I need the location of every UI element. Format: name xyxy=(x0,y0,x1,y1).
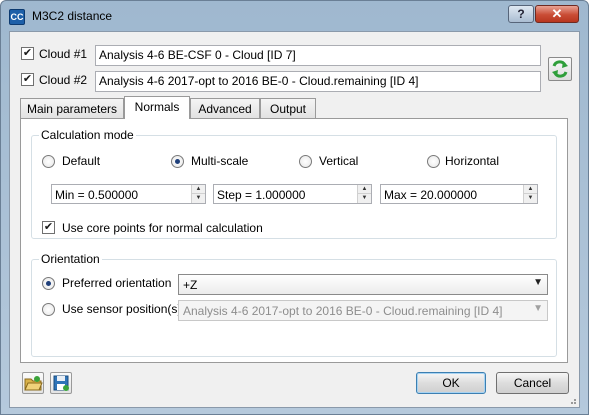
sensor-position-dropdown[interactable]: Analysis 4-6 2017-opt to 2016 BE-0 - Clo… xyxy=(178,300,548,321)
checkmark-icon: ✔ xyxy=(43,221,54,233)
radio-multi-scale-label: Multi-scale xyxy=(191,154,249,168)
radio-multi-scale[interactable] xyxy=(171,155,184,168)
calculation-mode-title: Calculation mode xyxy=(39,128,136,142)
preferred-orientation-value: +Z xyxy=(183,278,198,292)
dropdown-arrow-icon: ▼ xyxy=(533,277,543,288)
preferred-orientation-label: Preferred orientation xyxy=(62,276,172,290)
radio-horizontal-label: Horizontal xyxy=(445,154,500,168)
normals-tab-panel: Calculation mode Default Multi-scale Ver… xyxy=(20,118,568,363)
resize-grip[interactable] xyxy=(567,395,577,405)
load-params-icon xyxy=(24,376,43,391)
radio-sensor-position[interactable] xyxy=(42,303,55,316)
window-title: M3C2 distance xyxy=(32,9,113,23)
spin-up-icon[interactable]: ▲ xyxy=(524,185,537,194)
radio-horizontal[interactable] xyxy=(427,155,440,168)
dialog-body: ✔ Cloud #1 Analysis 4-6 BE-CSF 0 - Cloud… xyxy=(9,31,580,408)
radio-default-label: Default xyxy=(62,154,101,168)
app-icon: CC xyxy=(9,9,25,25)
cloud2-label: Cloud #2 xyxy=(39,73,88,87)
tab-normals[interactable]: Normals xyxy=(124,96,190,119)
swap-clouds-icon xyxy=(552,60,568,78)
cloud2-checkbox[interactable]: ✔ xyxy=(21,73,34,86)
ok-button[interactable]: OK xyxy=(416,372,486,394)
orientation-title: Orientation xyxy=(39,252,102,266)
spin-down-icon[interactable]: ▼ xyxy=(192,194,205,203)
checkmark-icon: ✔ xyxy=(22,47,33,59)
dialog-window: CC M3C2 distance ? ✕ ✔ Cloud #1 Analysis… xyxy=(0,0,589,415)
cloud2-field[interactable]: Analysis 4-6 2017-opt to 2016 BE-0 - Clo… xyxy=(95,71,541,92)
tab-advanced[interactable]: Advanced xyxy=(190,98,260,119)
dropdown-arrow-icon: ▼ xyxy=(533,303,543,314)
spin-up-icon[interactable]: ▲ xyxy=(192,185,205,194)
spin-down-icon[interactable]: ▼ xyxy=(358,194,371,203)
cloud1-field[interactable]: Analysis 4-6 BE-CSF 0 - Cloud [ID 7] xyxy=(95,45,541,66)
radio-default[interactable] xyxy=(42,155,55,168)
min-scale-value: Min = 0.500000 xyxy=(55,188,139,202)
title-bar[interactable]: CC M3C2 distance ? ✕ xyxy=(1,1,588,31)
checkmark-icon: ✔ xyxy=(22,73,33,85)
radio-vertical[interactable] xyxy=(299,155,312,168)
max-scale-value: Max = 20.000000 xyxy=(384,188,478,202)
spin-down-icon[interactable]: ▼ xyxy=(524,194,537,203)
radio-preferred-orientation[interactable] xyxy=(42,277,55,290)
step-scale-value: Step = 1.000000 xyxy=(217,188,306,202)
sensor-position-label: Use sensor position(s) xyxy=(62,302,182,316)
radio-vertical-label: Vertical xyxy=(319,154,359,168)
sensor-position-value: Analysis 4-6 2017-opt to 2016 BE-0 - Clo… xyxy=(183,304,503,318)
max-scale-spinbox[interactable]: Max = 20.000000 ▲ ▼ xyxy=(380,184,538,204)
help-button[interactable]: ? xyxy=(508,5,534,23)
cancel-button[interactable]: Cancel xyxy=(496,372,569,394)
step-scale-spinbox[interactable]: Step = 1.000000 ▲ ▼ xyxy=(213,184,372,204)
cloud1-checkbox[interactable]: ✔ xyxy=(21,47,34,60)
load-params-button[interactable] xyxy=(22,372,44,394)
swap-clouds-button[interactable] xyxy=(548,57,572,81)
min-scale-spinbox[interactable]: Min = 0.500000 ▲ ▼ xyxy=(51,184,206,204)
help-icon: ? xyxy=(517,7,525,21)
save-params-icon xyxy=(53,375,69,391)
spin-up-icon[interactable]: ▲ xyxy=(358,185,371,194)
save-params-button[interactable] xyxy=(50,372,72,394)
cloud1-label: Cloud #1 xyxy=(39,47,88,61)
tab-output[interactable]: Output xyxy=(260,98,316,119)
tab-main-parameters[interactable]: Main parameters xyxy=(20,98,124,119)
preferred-orientation-dropdown[interactable]: +Z ▼ xyxy=(178,274,548,295)
core-points-checkbox[interactable]: ✔ xyxy=(42,221,55,234)
close-button[interactable]: ✕ xyxy=(535,5,579,23)
close-icon: ✕ xyxy=(551,6,563,21)
core-points-label: Use core points for normal calculation xyxy=(62,221,263,235)
